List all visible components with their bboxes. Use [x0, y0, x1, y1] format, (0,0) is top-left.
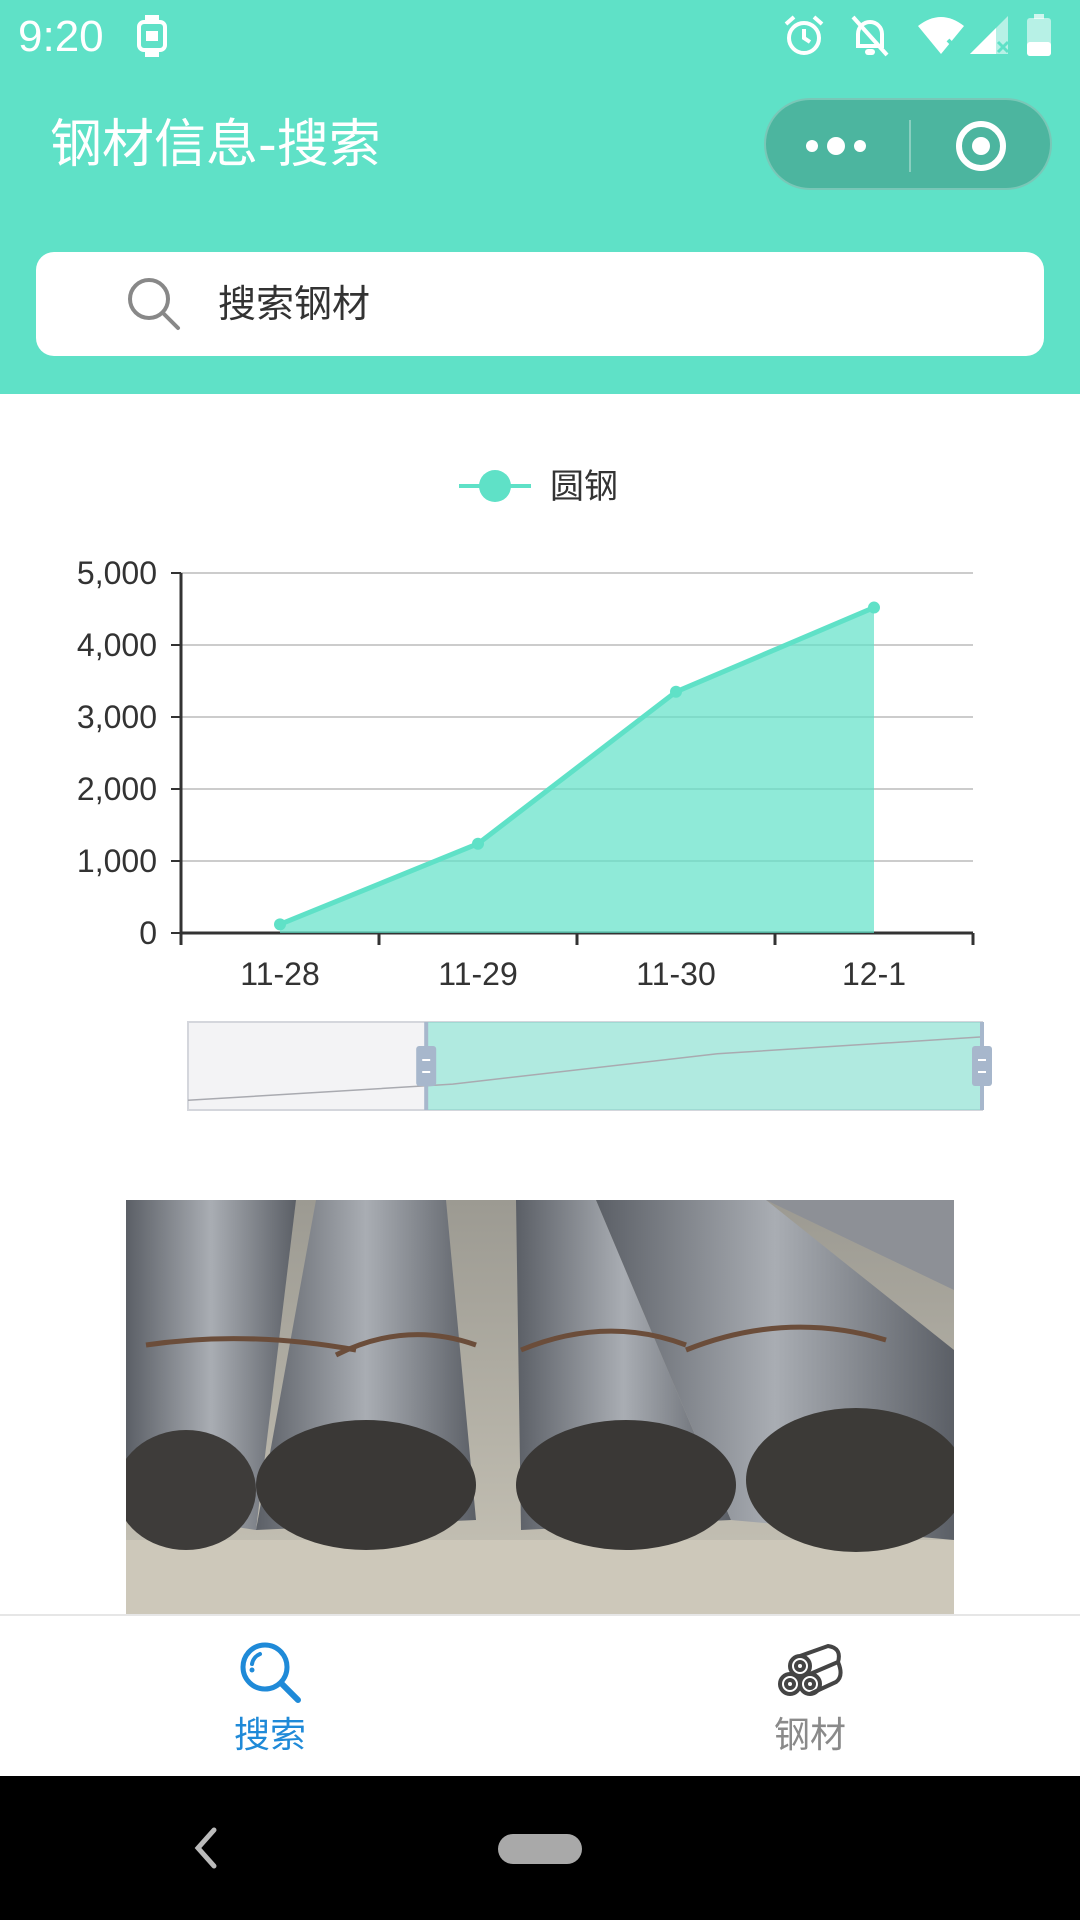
y-tick-label: 0 — [139, 915, 157, 951]
x-tick-label: 11-29 — [438, 956, 517, 992]
tab-search-label: 搜索 — [233, 1715, 306, 1756]
search-icon — [128, 278, 180, 330]
status-time: 9:20 — [18, 12, 104, 61]
page-title: 钢材信息-搜索 — [50, 115, 381, 175]
wifi-icon — [916, 14, 966, 62]
y-tick-label: 5,000 — [77, 555, 157, 591]
zoom-handle-start[interactable] — [416, 1046, 437, 1086]
alarm-icon — [782, 14, 826, 62]
tab-steel[interactable]: 钢材 — [540, 1616, 1080, 1776]
steel-bars-image — [126, 1200, 954, 1616]
tab-bar: 搜索 钢材 — [0, 1614, 1080, 1776]
product-photo — [126, 1200, 954, 1616]
notifications-off-icon — [850, 14, 890, 62]
watch-icon — [136, 14, 168, 62]
x-tick-label: 11-28 — [240, 956, 319, 992]
header: 钢材信息-搜索 搜索钢材 — [0, 74, 1080, 394]
chart-svg: 圆钢 0 1,000 2,000 3,000 4,000 5,000 11-28 11-29 11… — [77, 467, 992, 1111]
status-bar: 9:20 — [0, 0, 1080, 74]
zoom-selection — [426, 1022, 982, 1110]
search-tab-icon — [240, 1642, 301, 1703]
back-chevron-icon[interactable] — [190, 1820, 220, 1876]
signal-icon — [968, 14, 1012, 62]
y-tick-label: 4,000 — [77, 627, 157, 663]
data-point — [472, 837, 484, 850]
system-nav-bar — [0, 1776, 1080, 1920]
x-tick-label: 11-30 — [636, 956, 715, 992]
mini-program-capsule — [764, 98, 1052, 190]
data-point — [670, 685, 682, 698]
target-circle-icon — [956, 121, 1006, 171]
battery-icon — [1026, 14, 1052, 62]
more-button[interactable] — [766, 100, 909, 192]
y-tick-label: 3,000 — [77, 699, 157, 735]
x-tick-label: 12-1 — [842, 956, 906, 992]
home-pill-icon[interactable] — [498, 1834, 582, 1864]
legend-marker — [479, 470, 511, 502]
tab-steel-label: 钢材 — [773, 1715, 846, 1756]
close-button[interactable] — [911, 100, 1054, 192]
y-tick-label: 1,000 — [77, 843, 157, 879]
zoom-handle-end[interactable] — [972, 1046, 992, 1086]
search-input[interactable]: 搜索钢材 — [36, 252, 1044, 356]
legend-label: 圆钢 — [550, 467, 618, 507]
y-tick-label: 2,000 — [77, 771, 157, 807]
search-placeholder: 搜索钢材 — [218, 282, 371, 326]
data-point — [868, 601, 880, 614]
tab-search[interactable]: 搜索 — [0, 1616, 540, 1776]
steel-pipes-icon — [778, 1643, 843, 1696]
more-dots-icon — [806, 137, 866, 155]
price-chart: 圆钢 0 1,000 2,000 3,000 4,000 5,000 11-28 11-29 11… — [0, 394, 1080, 1114]
data-point — [274, 918, 286, 931]
